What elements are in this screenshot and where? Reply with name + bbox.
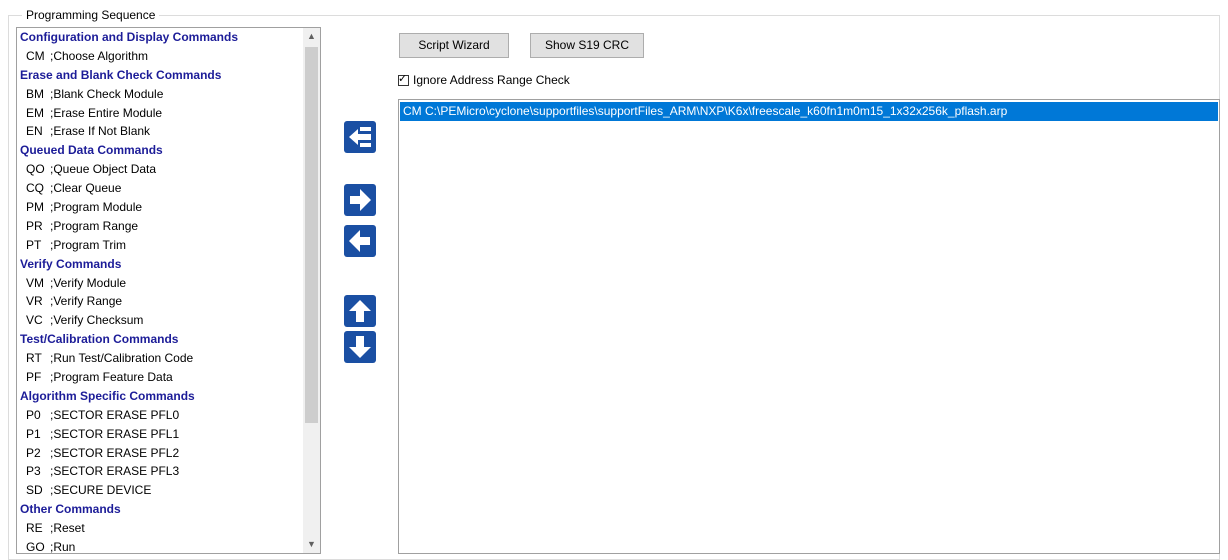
move-up-button[interactable] — [344, 295, 376, 327]
command-code: QO — [26, 162, 45, 177]
command-code: BM — [26, 86, 44, 101]
scroll-down-icon[interactable]: ▼ — [303, 536, 320, 553]
command-description: ;Program Trim — [50, 237, 127, 252]
ignore-range-checkbox[interactable]: ✓ — [398, 72, 409, 86]
command-category-header[interactable]: Algorithm Specific Commands — [17, 387, 303, 406]
command-item[interactable]: P0 ;SECTOR ERASE PFL0 — [17, 406, 303, 425]
command-item[interactable]: RT ;Run Test/Calibration Code — [17, 349, 303, 368]
show-s19-crc-button[interactable]: Show S19 CRC — [530, 33, 644, 58]
script-list[interactable]: CM C:\PEMicro\cyclone\supportfiles\suppo… — [398, 99, 1220, 554]
command-description: ;SECURE DEVICE — [50, 483, 152, 498]
command-item[interactable]: EN ;Erase If Not Blank — [17, 122, 303, 141]
command-code: P3 — [26, 464, 41, 479]
command-item[interactable]: RE ;Reset — [17, 519, 303, 538]
script-line[interactable]: CM C:\PEMicro\cyclone\supportfiles\suppo… — [400, 102, 1218, 121]
command-code: RE — [26, 521, 43, 536]
command-item[interactable]: P3 ;SECTOR ERASE PFL3 — [17, 462, 303, 481]
command-item[interactable]: QO ;Queue Object Data — [17, 160, 303, 179]
command-item[interactable]: CQ ;Clear Queue — [17, 179, 303, 198]
command-item[interactable]: EM ;Erase Entire Module — [17, 104, 303, 123]
command-item[interactable]: PF ;Program Feature Data — [17, 368, 303, 387]
command-item[interactable]: P2 ;SECTOR ERASE PFL2 — [17, 444, 303, 463]
command-description: ;Blank Check Module — [50, 86, 164, 101]
command-description: ;SECTOR ERASE PFL3 — [50, 464, 180, 479]
command-item[interactable]: P1 ;SECTOR ERASE PFL1 — [17, 425, 303, 444]
command-items: Configuration and Display Commands CM ;Cho… — [17, 28, 303, 554]
command-code: EM — [26, 105, 44, 120]
script-wizard-button[interactable]: Script Wizard — [399, 33, 509, 58]
insert-left-icon — [349, 127, 371, 147]
command-description: ;SECTOR ERASE PFL2 — [50, 445, 180, 460]
add-command-button[interactable] — [344, 184, 376, 216]
command-description: ;Program Range — [50, 218, 139, 233]
command-list-scrollbar[interactable]: ▲ ▼ — [303, 28, 320, 553]
command-code: PF — [26, 370, 42, 385]
command-description: ;Erase If Not Blank — [50, 124, 151, 139]
command-description: ;Verify Module — [50, 275, 127, 290]
command-item[interactable]: VR ;Verify Range — [17, 292, 303, 311]
command-item[interactable]: CM ;Choose Algorithm — [17, 47, 303, 66]
command-description: ;Erase Entire Module — [50, 105, 163, 120]
command-category-header[interactable]: Queued Data Commands — [17, 141, 303, 160]
command-code: PT — [26, 237, 42, 252]
arrow-right-icon — [350, 189, 371, 211]
command-item[interactable]: SD ;SECURE DEVICE — [17, 481, 303, 500]
command-code: RT — [26, 351, 42, 366]
command-category-header[interactable]: Test/Calibration Commands — [17, 330, 303, 349]
command-code: P0 — [26, 407, 41, 422]
command-code: CQ — [26, 181, 44, 196]
command-description: ;Verify Range — [50, 294, 123, 309]
command-category-header[interactable]: Configuration and Display Commands — [17, 28, 303, 47]
command-description: ;Verify Checksum — [50, 313, 144, 328]
command-description: ;Run — [50, 540, 76, 554]
command-description: ;Clear Queue — [50, 181, 122, 196]
arrow-left-icon — [349, 230, 370, 252]
command-list[interactable]: Configuration and Display Commands CM ;Cho… — [16, 27, 321, 554]
ignore-range-label: Ignore Address Range Check — [413, 73, 570, 87]
command-description: ;SECTOR ERASE PFL1 — [50, 426, 180, 441]
command-item[interactable]: VC ;Verify Checksum — [17, 311, 303, 330]
command-item[interactable]: PR ;Program Range — [17, 217, 303, 236]
command-code: EN — [26, 124, 43, 139]
group-title: Programming Sequence — [22, 8, 160, 22]
arrow-down-icon — [349, 336, 371, 358]
command-code: PM — [26, 200, 44, 215]
command-category-header[interactable]: Other Commands — [17, 500, 303, 519]
command-description: ;Program Module — [50, 200, 143, 215]
command-item[interactable]: PM ;Program Module — [17, 198, 303, 217]
command-description: ;Choose Algorithm — [50, 48, 149, 63]
command-item[interactable]: PT ;Program Trim — [17, 236, 303, 255]
command-item[interactable]: GO ;Run — [17, 538, 303, 554]
command-description: ;Reset — [50, 521, 85, 536]
command-code: VC — [26, 313, 43, 328]
command-code: CM — [26, 48, 45, 63]
checkmark-icon: ✓ — [398, 72, 408, 85]
command-code: P2 — [26, 445, 41, 460]
scrollbar-thumb[interactable] — [305, 47, 318, 423]
scroll-up-icon[interactable]: ▲ — [303, 28, 320, 45]
move-down-button[interactable] — [344, 331, 376, 363]
command-description: ;SECTOR ERASE PFL0 — [50, 407, 180, 422]
command-code: GO — [26, 540, 45, 554]
command-item[interactable]: VM ;Verify Module — [17, 274, 303, 293]
command-code: SD — [26, 483, 43, 498]
command-category-header[interactable]: Erase and Blank Check Commands — [17, 66, 303, 85]
command-description: ;Run Test/Calibration Code — [50, 351, 194, 366]
arrow-up-icon — [349, 300, 371, 322]
command-item[interactable]: BM ;Blank Check Module — [17, 85, 303, 104]
command-code: PR — [26, 218, 43, 233]
command-description: ;Queue Object Data — [50, 162, 157, 177]
command-code: P1 — [26, 426, 41, 441]
command-description: ;Program Feature Data — [50, 370, 173, 385]
command-category-header[interactable]: Verify Commands — [17, 255, 303, 274]
ignore-address-range-check[interactable]: ✓ Ignore Address Range Check — [398, 72, 570, 88]
insert-command-button[interactable] — [344, 121, 376, 153]
command-code: VM — [26, 275, 44, 290]
command-code: VR — [26, 294, 43, 309]
remove-command-button[interactable] — [344, 225, 376, 257]
